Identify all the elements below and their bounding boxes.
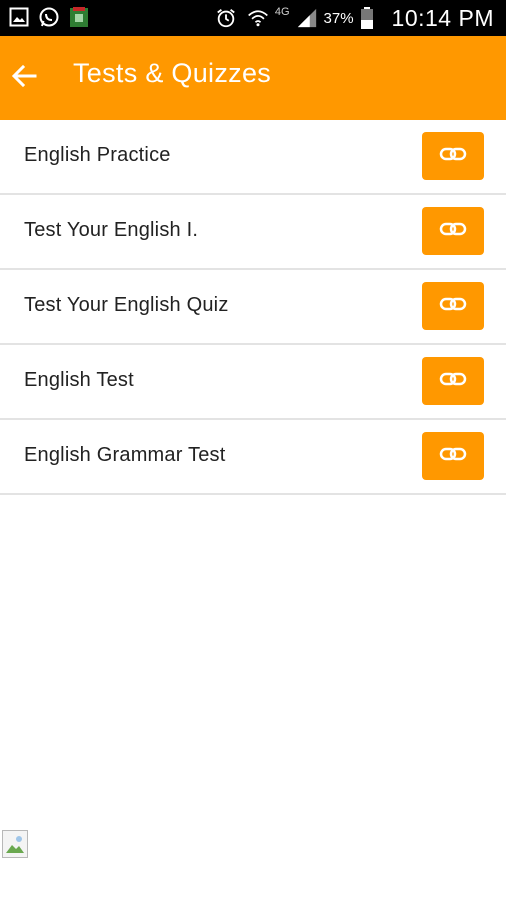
link-icon (439, 221, 467, 242)
list-item-label: English Grammar Test (24, 444, 226, 466)
arrow-back-icon (10, 62, 38, 95)
link-icon (439, 371, 467, 392)
link-icon (439, 146, 467, 167)
page-title: Tests & Quizzes (73, 58, 272, 88)
list-item-label: English Test (24, 369, 134, 391)
open-link-button[interactable] (422, 282, 484, 330)
app-notification-icon (68, 6, 90, 28)
battery-percent: 37% (323, 9, 354, 27)
open-link-button[interactable] (422, 207, 484, 255)
network-type-label: 4G (274, 6, 290, 18)
alarm-icon (215, 7, 237, 29)
link-icon (439, 296, 467, 317)
list-item[interactable]: English Practice (0, 120, 506, 195)
broken-image-icon (2, 830, 28, 858)
list-item[interactable]: English Test (0, 345, 506, 420)
back-button[interactable] (8, 62, 40, 94)
link-icon (439, 446, 467, 467)
status-bar-system: 4G 37% 10:14 PM (211, 4, 494, 32)
whatsapp-icon (38, 6, 60, 28)
open-link-button[interactable] (422, 357, 484, 405)
list-item[interactable]: Test Your English I. (0, 195, 506, 270)
status-bar-notifications (8, 6, 98, 28)
list-item-label: Test Your English Quiz (24, 294, 229, 316)
list-item-label: English Practice (24, 144, 171, 166)
tests-list: English Practice Test Your English I. Te… (0, 120, 506, 495)
status-bar: 4G 37% 10:14 PM (0, 0, 506, 36)
list-item[interactable]: English Grammar Test (0, 420, 506, 495)
wifi-icon (247, 7, 269, 29)
signal-icon (296, 7, 318, 29)
list-item[interactable]: Test Your English Quiz (0, 270, 506, 345)
gallery-icon (8, 6, 30, 28)
app-bar: Tests & Quizzes (0, 36, 506, 120)
open-link-button[interactable] (422, 432, 484, 480)
battery-icon (356, 7, 378, 29)
open-link-button[interactable] (422, 132, 484, 180)
status-time: 10:14 PM (391, 4, 494, 31)
list-item-label: Test Your English I. (24, 219, 199, 241)
